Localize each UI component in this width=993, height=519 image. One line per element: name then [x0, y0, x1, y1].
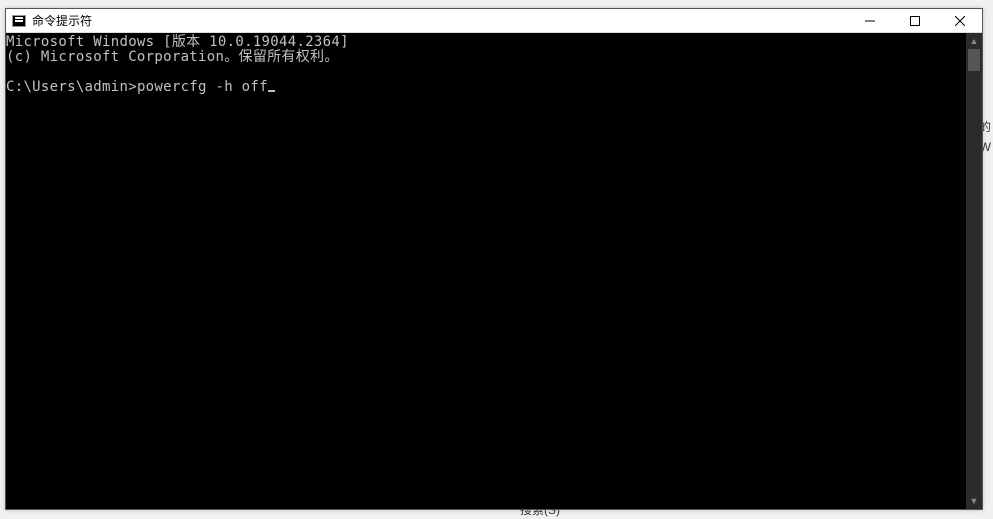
- console-line: (c) Microsoft Corporation。保留所有权利。: [6, 49, 339, 65]
- scroll-thumb[interactable]: [968, 49, 980, 71]
- console-wrap: Microsoft Windows [版本 10.0.19044.2364] (…: [6, 33, 982, 509]
- cursor: [268, 90, 275, 92]
- minimize-icon: [865, 16, 875, 26]
- vertical-scrollbar[interactable]: ▲ ▼: [966, 33, 982, 509]
- command-prompt-window: 命令提示符 Microsoft Windows [版本 10.0.19044.2…: [5, 8, 983, 510]
- console-prompt: C:\Users\admin>: [6, 79, 137, 95]
- console-line: Microsoft Windows [版本 10.0.19044.2364]: [6, 34, 349, 50]
- cmd-icon: [12, 15, 26, 27]
- window-title: 命令提示符: [32, 12, 847, 29]
- console-area[interactable]: Microsoft Windows [版本 10.0.19044.2364] (…: [6, 33, 966, 509]
- close-button[interactable]: [937, 9, 982, 32]
- scroll-down-arrow-icon[interactable]: ▼: [966, 493, 982, 509]
- scroll-up-arrow-icon[interactable]: ▲: [966, 33, 982, 49]
- window-controls: [847, 9, 982, 32]
- maximize-button[interactable]: [892, 9, 937, 32]
- minimize-button[interactable]: [847, 9, 892, 32]
- console-command: powercfg -h off: [137, 79, 268, 95]
- titlebar[interactable]: 命令提示符: [6, 9, 982, 33]
- maximize-icon: [910, 16, 920, 26]
- close-icon: [955, 16, 965, 26]
